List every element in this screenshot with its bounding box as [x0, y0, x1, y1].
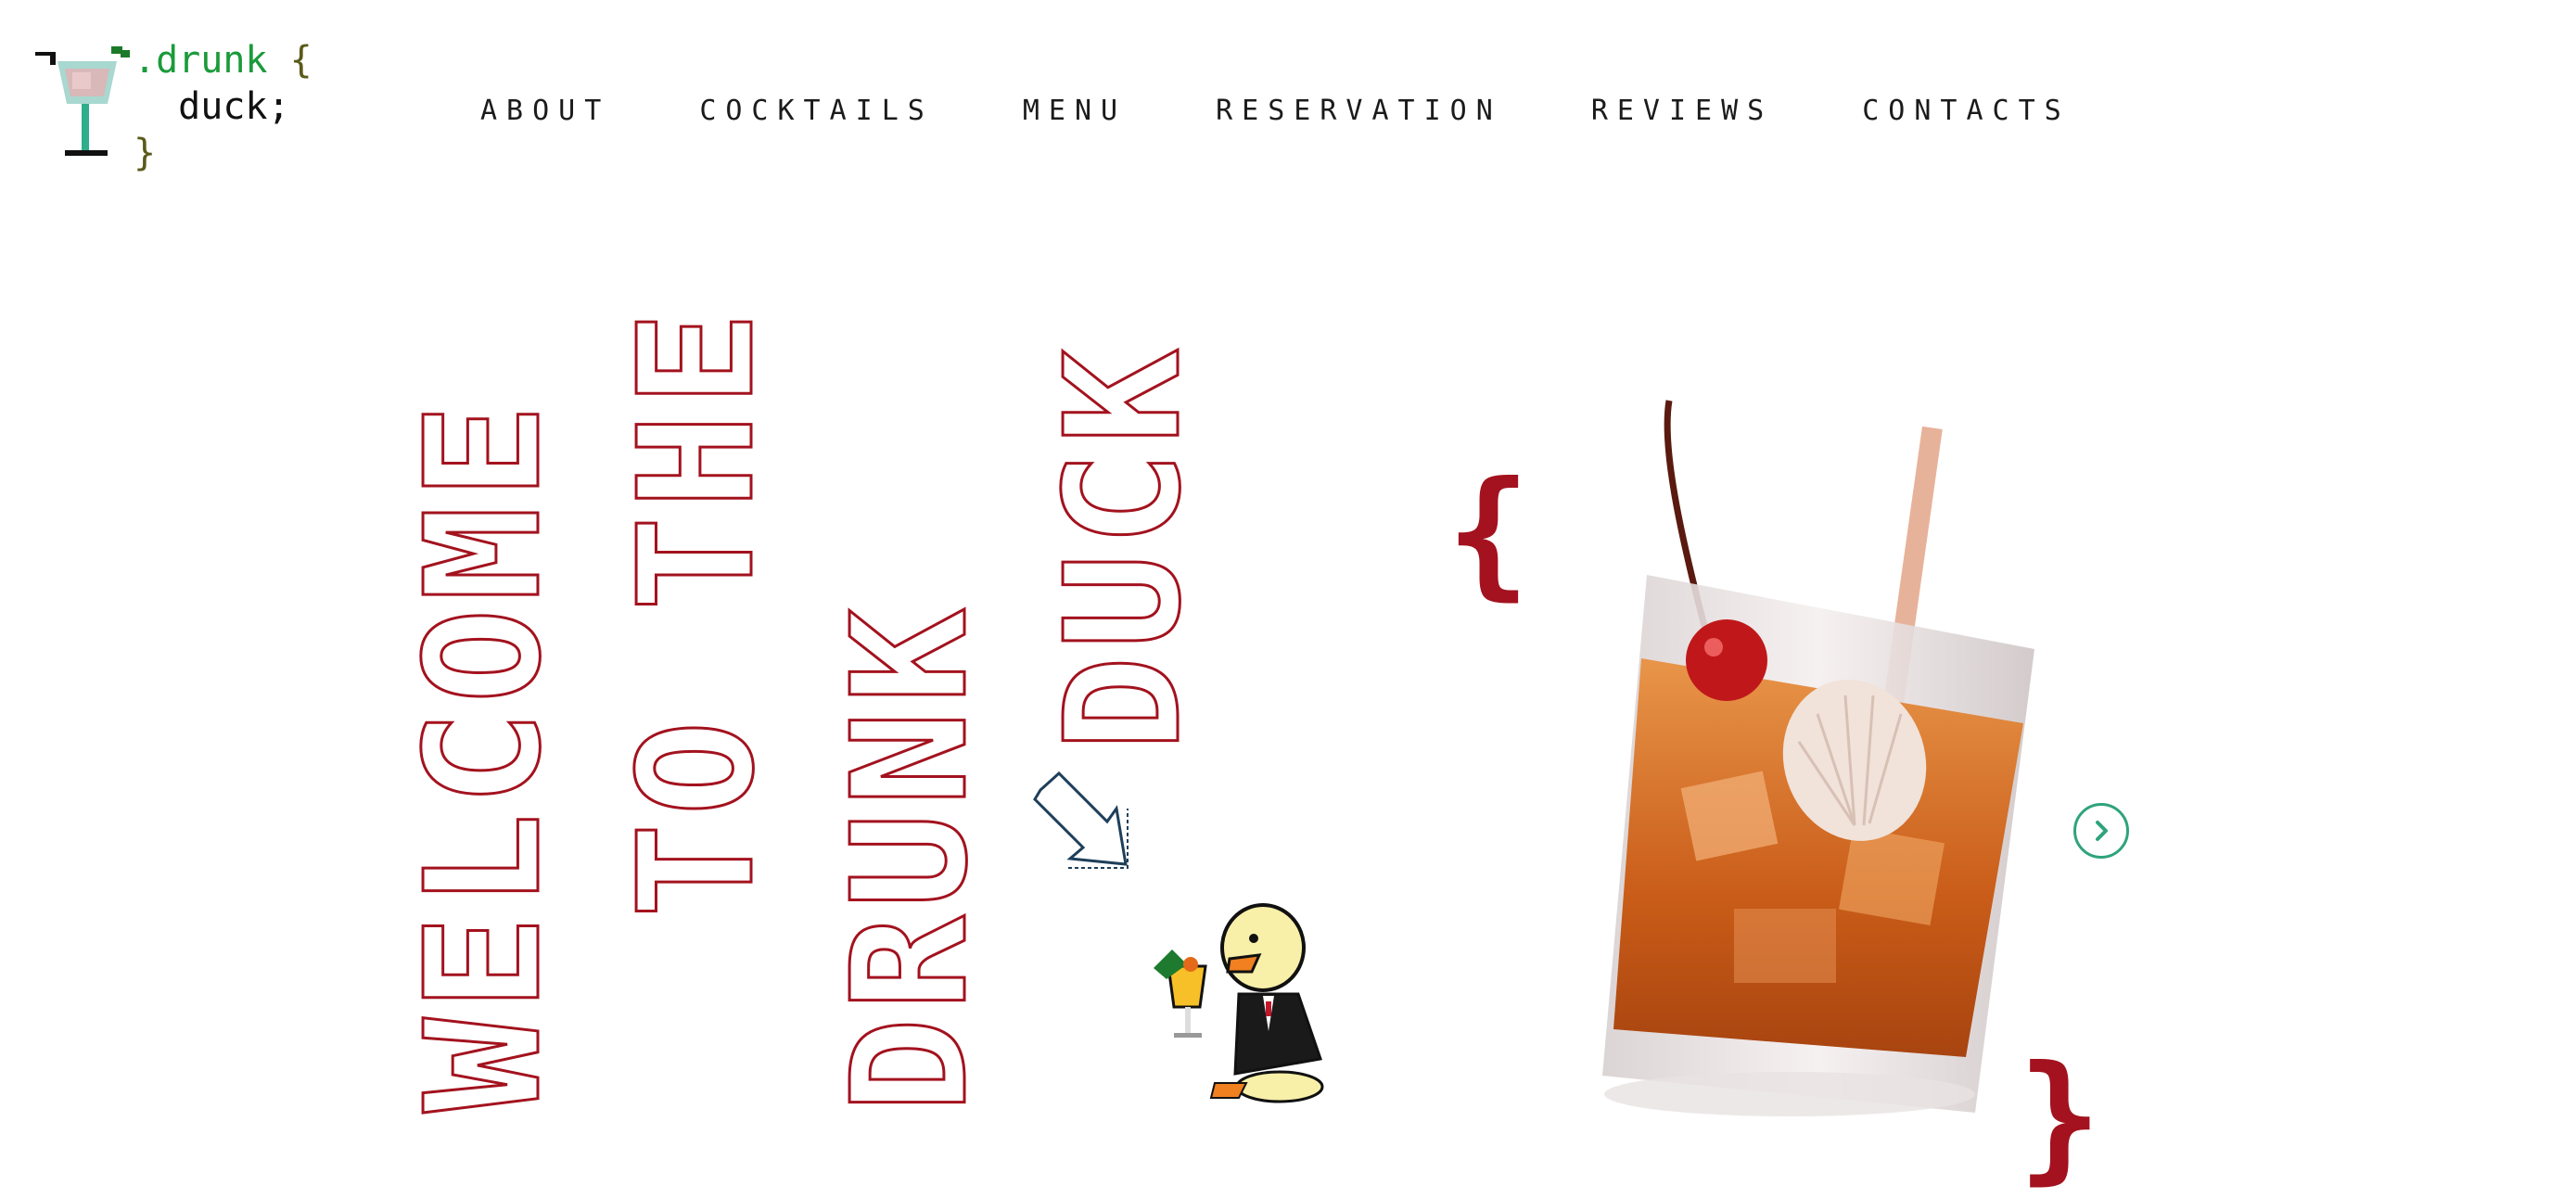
duck-mascot-icon: [1154, 903, 1324, 1103]
cocktail-glass-icon: [35, 46, 130, 156]
arrow-down-right-icon: [1033, 771, 1129, 869]
nav-menu[interactable]: MENU: [1023, 93, 1127, 130]
nav-contacts[interactable]: CONTACTS: [1862, 93, 2071, 130]
main-nav: ABOUT COCKTAILS MENU RESERVATION REVIEWS…: [480, 93, 2160, 130]
carousel-next-button[interactable]: [2073, 803, 2129, 859]
hero-word-welcome: WELCOME: [399, 397, 576, 1113]
hero-word-duck: DUCK: [1032, 342, 1216, 751]
nav-about[interactable]: ABOUT: [480, 93, 610, 130]
cocktail-photo: [1602, 400, 2034, 1116]
open-brace: {: [1447, 452, 1531, 614]
nav-reservation[interactable]: RESERVATION: [1216, 93, 1502, 130]
logo-text: .drunk { duck; }: [134, 39, 312, 174]
chevron-right-icon: [2096, 821, 2108, 841]
nav-cocktails[interactable]: COCKTAILS: [699, 93, 934, 130]
hero-word-to-the: TO THE: [606, 315, 789, 918]
site-logo[interactable]: .drunk { duck; }: [28, 33, 325, 174]
nav-reviews[interactable]: REVIEWS: [1591, 93, 1773, 130]
hero-word-drunk: DRUNK: [819, 601, 1002, 1113]
hero-title: WELCOME TO THE DRUNK DUCK: [399, 315, 1218, 1115]
